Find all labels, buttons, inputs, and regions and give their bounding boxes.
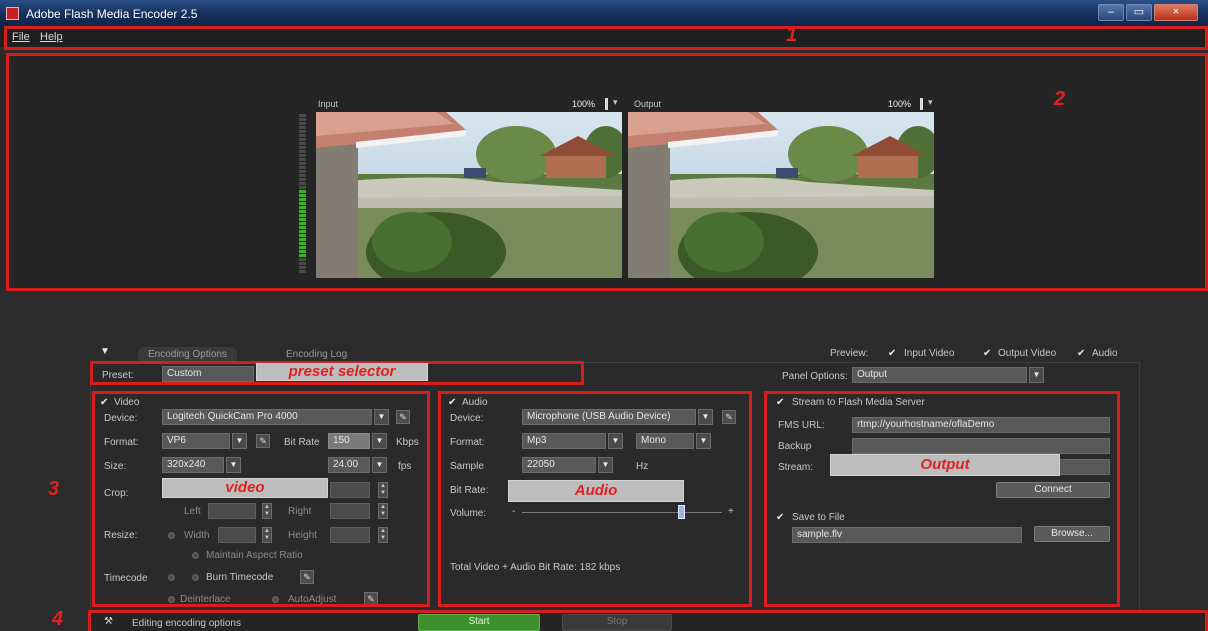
panel-options-label: Panel Options:	[782, 371, 848, 382]
annotation-box-menu	[4, 26, 1208, 50]
annotation-label-video: video	[162, 478, 328, 498]
annotation-label-output: Output	[830, 454, 1060, 476]
title-bar: Adobe Flash Media Encoder 2.5 – ▭ ×	[0, 0, 1208, 27]
preview-audio-label[interactable]: Audio	[1092, 348, 1118, 359]
close-button[interactable]: ×	[1154, 4, 1198, 21]
minimize-button[interactable]: –	[1098, 4, 1124, 21]
preview-input-video-label[interactable]: Input Video	[904, 348, 954, 359]
app-icon	[6, 7, 19, 20]
preview-output-video-label[interactable]: Output Video	[998, 348, 1056, 359]
window-title: Adobe Flash Media Encoder 2.5	[26, 7, 198, 21]
annotation-box-output	[764, 391, 1120, 607]
checkmark-icon[interactable]: ✔	[888, 348, 896, 359]
annotation-box-preview	[6, 53, 1208, 291]
annotation-label-preset-selector: preset selector	[256, 363, 428, 381]
annotation-box-video	[92, 391, 430, 607]
maximize-button[interactable]: ▭	[1126, 4, 1152, 21]
annotation-box-status	[88, 610, 1208, 631]
chevron-down-icon[interactable]: ▼	[1029, 367, 1044, 383]
app-window: Adobe Flash Media Encoder 2.5 – ▭ × File…	[0, 0, 1208, 631]
annotation-number-4: 4	[52, 608, 64, 630]
collapse-triangle-icon[interactable]: ▼	[100, 346, 110, 357]
annotation-label-audio: Audio	[508, 480, 684, 502]
checkmark-icon[interactable]: ✔	[983, 348, 991, 359]
checkmark-icon[interactable]: ✔	[1077, 348, 1085, 359]
annotation-number-2: 2	[1054, 88, 1066, 110]
preview-options-label: Preview:	[830, 348, 869, 359]
annotation-number-3: 3	[48, 478, 60, 500]
panel-options-select[interactable]: Output	[852, 367, 1027, 383]
annotation-number-1: 1	[786, 24, 798, 46]
